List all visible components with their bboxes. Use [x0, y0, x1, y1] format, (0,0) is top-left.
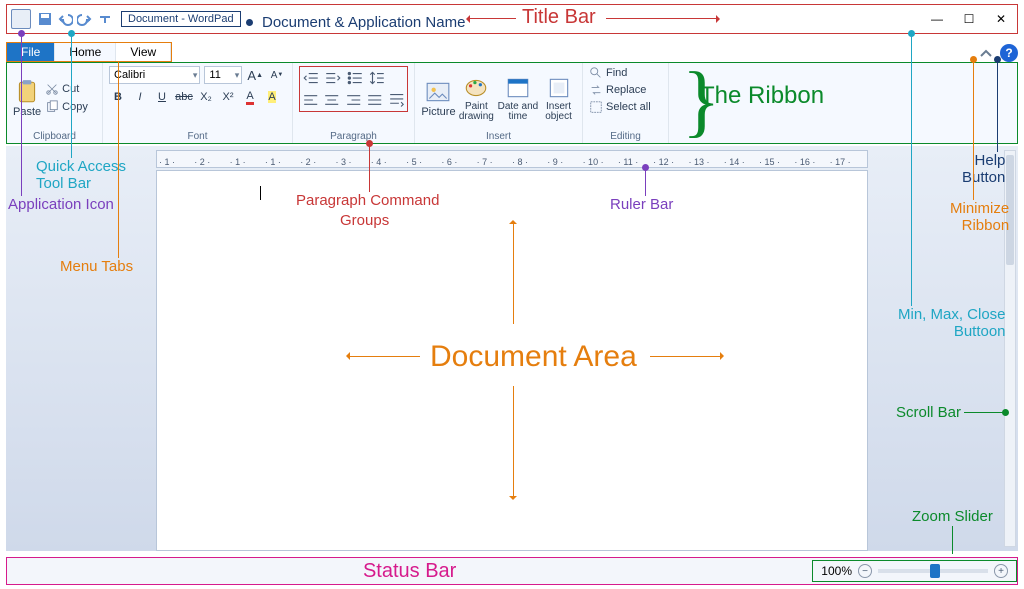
font-size-combo[interactable]: 11 — [204, 66, 242, 84]
strike-button[interactable]: abc — [175, 88, 193, 106]
menu-tabs: File Home View ? — [6, 40, 1018, 62]
shrink-font-button[interactable]: A▼ — [268, 66, 286, 84]
paste-icon — [14, 79, 40, 105]
label-para-groups-2: Groups — [340, 212, 389, 229]
align-right-icon[interactable] — [345, 91, 362, 109]
align-center-icon[interactable] — [323, 91, 340, 109]
group-insert: Picture Paint drawing Date and time Inse… — [415, 63, 583, 143]
indent-decrease-icon[interactable] — [302, 69, 320, 87]
ribbon: Paste Cut Copy Clipboard Calibri 11 A▲ A… — [6, 62, 1018, 144]
replace-icon — [589, 83, 603, 97]
superscript-button[interactable]: X² — [219, 88, 237, 106]
tab-view[interactable]: View — [116, 43, 171, 61]
zoom-track[interactable] — [878, 569, 988, 573]
label-help: Help Button — [962, 152, 1005, 186]
close-button[interactable]: ✕ — [985, 8, 1017, 30]
indent-increase-icon[interactable] — [324, 69, 342, 87]
picture-icon — [425, 79, 451, 105]
label-qat: Quick Access Tool Bar — [36, 158, 126, 192]
highlight-button[interactable]: A — [263, 88, 281, 106]
minimize-button[interactable]: — — [921, 8, 953, 30]
label-min-ribbon: Minimize Ribbon — [950, 200, 1009, 234]
label-document-area: Document Area — [430, 340, 637, 374]
status-bar: Status Bar 100% − + — [6, 557, 1018, 585]
select-all-button[interactable]: Select all — [589, 100, 662, 114]
label-zoom: Zoom Slider — [912, 508, 993, 525]
group-font: Calibri 11 A▲ A▼ B I U abc X₂ X² A A Fon… — [103, 63, 293, 143]
align-justify-icon[interactable] — [366, 91, 383, 109]
select-all-icon — [589, 100, 603, 114]
label-menu-tabs: Menu Tabs — [60, 258, 133, 275]
zoom-percent: 100% — [821, 564, 852, 578]
application-icon[interactable] — [11, 9, 31, 29]
label-status-bar: Status Bar — [7, 560, 812, 583]
minimize-ribbon-icon[interactable] — [978, 46, 994, 62]
insert-date-button[interactable]: Date and time — [497, 75, 539, 122]
zoom-slider: 100% − + — [812, 560, 1017, 582]
paste-button[interactable]: Paste — [13, 79, 41, 118]
cut-icon — [45, 82, 59, 96]
replace-button[interactable]: Replace — [589, 83, 662, 97]
copy-icon — [45, 100, 59, 114]
group-editing: Find Replace Select all Editing — [583, 63, 669, 143]
insert-picture-button[interactable]: Picture — [421, 79, 456, 118]
find-button[interactable]: Find — [589, 66, 662, 80]
cut-button[interactable]: Cut — [45, 82, 88, 96]
help-button[interactable]: ? — [1000, 44, 1018, 62]
undo-icon[interactable] — [57, 11, 73, 27]
zoom-thumb[interactable] — [930, 564, 940, 578]
zoom-out-button[interactable]: − — [858, 564, 872, 578]
group-paragraph: Paragraph — [293, 63, 415, 143]
paragraph-dialog-icon[interactable] — [388, 91, 405, 109]
title-bar: Document - WordPad — ☐ ✕ — [6, 4, 1018, 34]
ruler-bar[interactable]: · 1 ·· 2 ·· 1 ·· 1 ·· 2 ·· 3 ·· 4 ·· 5 ·… — [156, 150, 868, 168]
save-icon[interactable] — [37, 11, 53, 27]
redo-icon[interactable] — [77, 11, 93, 27]
label-title-bar: Title Bar — [522, 6, 596, 29]
underline-button[interactable]: U — [153, 88, 171, 106]
insert-object-button[interactable]: Insert object — [541, 75, 576, 122]
paint-icon — [463, 75, 489, 101]
grow-font-button[interactable]: A▲ — [246, 66, 264, 84]
maximize-button[interactable]: ☐ — [953, 8, 985, 30]
copy-button[interactable]: Copy — [45, 100, 88, 114]
subscript-button[interactable]: X₂ — [197, 88, 215, 106]
font-family-combo[interactable]: Calibri — [109, 66, 200, 84]
qat-customize-icon[interactable] — [97, 11, 113, 27]
font-color-button[interactable]: A — [241, 88, 259, 106]
zoom-in-button[interactable]: + — [994, 564, 1008, 578]
italic-button[interactable]: I — [131, 88, 149, 106]
label-para-groups-1: Paragraph Command — [296, 192, 439, 209]
insert-paint-button[interactable]: Paint drawing — [458, 75, 495, 122]
line-spacing-icon[interactable] — [368, 69, 386, 87]
label-doc-app: Document & Application Name — [262, 14, 465, 31]
bullets-icon[interactable] — [346, 69, 364, 87]
text-cursor — [260, 186, 261, 200]
label-scroll: Scroll Bar — [896, 404, 961, 421]
object-icon — [546, 75, 572, 101]
calendar-icon — [505, 75, 531, 101]
window-title: Document - WordPad — [121, 11, 241, 27]
label-ruler: Ruler Bar — [610, 196, 673, 213]
label-ribbon: The Ribbon — [700, 82, 824, 110]
find-icon — [589, 66, 603, 80]
tab-file[interactable]: File — [7, 43, 55, 61]
label-app-icon: Application Icon — [8, 196, 114, 213]
tab-home[interactable]: Home — [55, 43, 116, 61]
align-left-icon[interactable] — [302, 91, 319, 109]
label-win-buttons: Min, Max, Close Buttoon — [898, 306, 1006, 340]
